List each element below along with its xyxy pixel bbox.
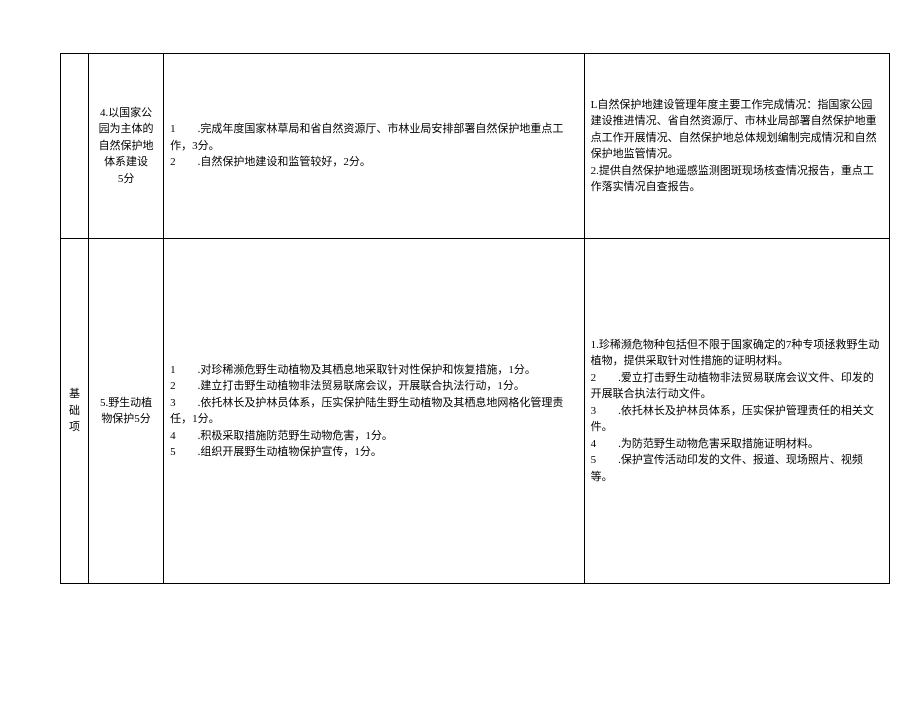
criteria-text: 1 .完成年度国家林草局和省自然资源厅、市林业局安排部署自然保护地重点工作，3分… (170, 121, 578, 171)
item-cell: 4.以国家公园为主体的自然保护地体系建设 5分 (89, 54, 164, 239)
table-row: 基础项 5.野生动植物保护5分 1 .对珍稀濒危野生动植物及其栖息地采取针对性保… (61, 239, 890, 584)
evidence-cell: 1.珍稀濒危物种包括但不限于国家确定的7种专项拯救野生动植物，提供采取针对性措施… (584, 239, 889, 584)
assessment-table: 4.以国家公园为主体的自然保护地体系建设 5分 1 .完成年度国家林草局和省自然… (60, 53, 890, 584)
criteria-cell: 1 .完成年度国家林草局和省自然资源厅、市林业局安排部署自然保护地重点工作，3分… (164, 54, 585, 239)
category-cell (61, 54, 89, 239)
category-cell: 基础项 (61, 239, 89, 584)
table-row: 4.以国家公园为主体的自然保护地体系建设 5分 1 .完成年度国家林草局和省自然… (61, 54, 890, 239)
item-text: 4.以国家公园为主体的自然保护地体系建设 5分 (95, 105, 157, 188)
item-text: 5.野生动植物保护5分 (95, 395, 157, 428)
evidence-text: L自然保护地建设管理年度主要工作完成情况：指国家公园建设推进情况、省自然资源厅、… (591, 97, 883, 196)
criteria-cell: 1 .对珍稀濒危野生动植物及其栖息地采取针对性保护和恢复措施，1分。 2 .建立… (164, 239, 585, 584)
item-cell: 5.野生动植物保护5分 (89, 239, 164, 584)
document-page: 4.以国家公园为主体的自然保护地体系建设 5分 1 .完成年度国家林草局和省自然… (0, 53, 920, 704)
category-text: 基础项 (67, 386, 82, 436)
criteria-text: 1 .对珍稀濒危野生动植物及其栖息地采取针对性保护和恢复措施，1分。 2 .建立… (170, 362, 578, 461)
evidence-text: 1.珍稀濒危物种包括但不限于国家确定的7种专项拯救野生动植物，提供采取针对性措施… (591, 337, 883, 486)
evidence-cell: L自然保护地建设管理年度主要工作完成情况：指国家公园建设推进情况、省自然资源厅、… (584, 54, 889, 239)
